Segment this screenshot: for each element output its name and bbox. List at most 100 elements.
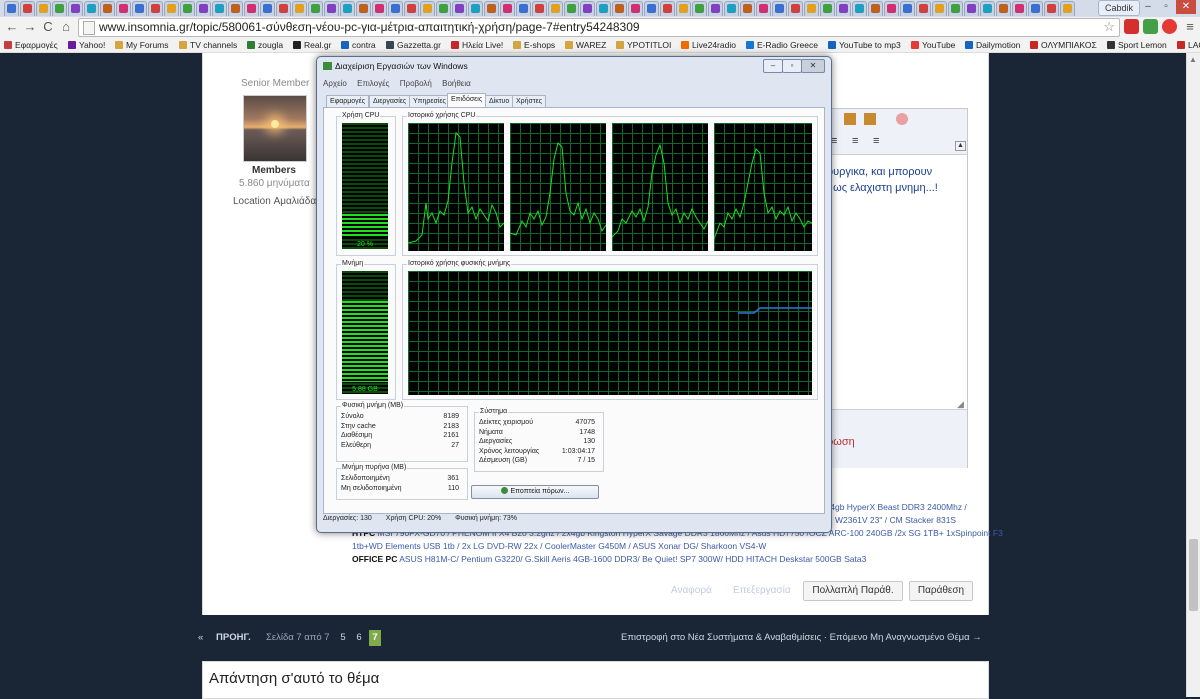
signature-line2-tail[interactable]: G W2361V 23" / CM Stacker 831S [826, 515, 956, 526]
bookmark-item[interactable]: WAREZ [565, 38, 606, 52]
browser-tab[interactable] [68, 1, 83, 16]
browser-tab[interactable] [676, 1, 691, 16]
menu-icon[interactable]: ≡ [1182, 19, 1198, 35]
browser-tab[interactable] [580, 1, 595, 16]
browser-tab[interactable] [452, 1, 467, 16]
browser-tab[interactable] [100, 1, 115, 16]
copy-icon[interactable] [844, 113, 856, 125]
browser-tab[interactable] [996, 1, 1011, 16]
maximize-window-icon[interactable]: ▫ [1158, 0, 1174, 14]
tm-close-icon[interactable]: ✕ [801, 59, 825, 73]
browser-tab[interactable] [132, 1, 147, 16]
tab-users[interactable]: Χρήστες [512, 95, 547, 107]
browser-tab[interactable] [948, 1, 963, 16]
bookmark-item[interactable]: YouTube [911, 38, 955, 52]
browser-tab[interactable] [404, 1, 419, 16]
bookmark-item[interactable]: YouTube to mp3 [828, 38, 901, 52]
extension-icon[interactable] [1162, 19, 1177, 34]
bookmark-item[interactable]: Dailymotion [965, 38, 1020, 52]
bookmark-item[interactable]: ΟΛΥΜΠΙΑΚΟΣ [1030, 38, 1097, 52]
bookmark-item[interactable]: E-Radio Greece [746, 38, 818, 52]
browser-tab[interactable] [52, 1, 67, 16]
browser-tab[interactable] [548, 1, 563, 16]
browser-tab[interactable] [244, 1, 259, 16]
address-bar[interactable]: www.insomnia.gr/topic/580061-σύνθεση-νέο… [78, 18, 1120, 37]
resource-monitor-button[interactable]: Εποπτεία πόρων... [471, 485, 599, 499]
scroll-up-icon[interactable]: ▲ [1189, 55, 1197, 64]
browser-tab[interactable] [324, 1, 339, 16]
quote-button[interactable]: Παράθεση [909, 581, 973, 601]
browser-tab[interactable] [196, 1, 211, 16]
browser-tab[interactable] [532, 1, 547, 16]
browser-tab[interactable] [612, 1, 627, 16]
spellcheck-icon[interactable] [896, 113, 908, 125]
signature-line1-tail[interactable]: x4gb HyperX Beast DDR3 2400Mhz / [826, 502, 967, 513]
browser-tab[interactable] [436, 1, 451, 16]
editor-expand-icon[interactable]: ▲ [955, 141, 966, 151]
multiquote-button[interactable]: Πολλαπλή Παράθ. [803, 581, 903, 601]
browser-tab[interactable] [116, 1, 131, 16]
bookmark-item[interactable]: E-shops [513, 38, 555, 52]
browser-tab[interactable] [868, 1, 883, 16]
bookmark-item[interactable]: Sport Lemon [1107, 38, 1167, 52]
bookmark-item[interactable]: zougla [247, 38, 283, 52]
browser-tab[interactable] [308, 1, 323, 16]
page-link-6[interactable]: 6 [353, 630, 365, 646]
browser-tab[interactable] [804, 1, 819, 16]
browser-tab[interactable] [260, 1, 275, 16]
reply-editor[interactable]: ≡ ≡ ≡ ▲ ουργικα, και μπορουν , ως ελαχισ… [826, 108, 968, 468]
browser-tab[interactable] [932, 1, 947, 16]
scroll-thumb[interactable] [1189, 539, 1198, 611]
browser-tab[interactable] [708, 1, 723, 16]
browser-tab[interactable] [1012, 1, 1027, 16]
browser-tab[interactable] [772, 1, 787, 16]
browser-tab[interactable] [4, 1, 19, 16]
close-window-icon[interactable]: ✕ [1176, 0, 1196, 14]
bookmark-item[interactable]: LAOLA1.tv [1177, 38, 1200, 52]
page-scrollbar[interactable]: ▲ [1186, 53, 1200, 697]
align-right-icon[interactable]: ≡ [873, 135, 879, 147]
tab-services[interactable]: Υπηρεσίες [409, 95, 450, 107]
browser-tab[interactable] [692, 1, 707, 16]
minimize-window-icon[interactable]: – [1140, 0, 1156, 14]
browser-tab[interactable] [212, 1, 227, 16]
bookmark-item[interactable]: contra [341, 38, 376, 52]
report-link[interactable]: Αναφορά [671, 585, 712, 596]
browser-tab[interactable] [1044, 1, 1059, 16]
tab-network[interactable]: Δίκτυο [485, 95, 514, 107]
browser-tab[interactable] [420, 1, 435, 16]
tm-menu-help[interactable]: Βοήθεια [442, 79, 471, 88]
tm-minimize-icon[interactable]: – [763, 59, 783, 73]
browser-tab[interactable] [564, 1, 579, 16]
forward-icon[interactable]: → [22, 19, 38, 35]
bookmark-item[interactable]: YPOTITLOI [616, 38, 671, 52]
browser-tab[interactable] [916, 1, 931, 16]
browser-tab[interactable] [644, 1, 659, 16]
browser-tab[interactable] [1060, 1, 1075, 16]
browser-tab[interactable] [1028, 1, 1043, 16]
browser-tab[interactable] [468, 1, 483, 16]
bookmark-item[interactable]: Εφαρμογές [4, 38, 58, 52]
browser-tab[interactable] [964, 1, 979, 16]
bookmark-item[interactable]: TV channels [179, 38, 237, 52]
bookmark-item[interactable]: Ηλεία Live! [451, 38, 503, 52]
browser-tab[interactable] [596, 1, 611, 16]
prev-page-link[interactable]: ΠΡΟΗΓ. [216, 630, 251, 646]
browser-tab[interactable] [356, 1, 371, 16]
bookmark-item[interactable]: Real.gr [293, 38, 331, 52]
browser-tab[interactable] [724, 1, 739, 16]
browser-tab[interactable] [180, 1, 195, 16]
task-manager-window[interactable]: Διαχείριση Εργασιών των Windows – ▫ ✕ Αρ… [316, 56, 832, 533]
browser-tab[interactable] [820, 1, 835, 16]
bookmark-star-icon[interactable]: ☆ [1103, 19, 1115, 35]
tm-maximize-icon[interactable]: ▫ [782, 59, 802, 73]
browser-tab[interactable] [388, 1, 403, 16]
browser-tab[interactable] [836, 1, 851, 16]
paste-icon[interactable] [864, 113, 876, 125]
profile-badge[interactable]: Cabdik [1097, 0, 1140, 16]
prev-arrow[interactable]: « [198, 630, 203, 646]
reload-icon[interactable]: C [40, 19, 56, 35]
browser-tab[interactable] [36, 1, 51, 16]
tm-menu-options[interactable]: Επιλογές [357, 79, 389, 88]
tab-performance[interactable]: Επιδόσεις [447, 93, 487, 107]
